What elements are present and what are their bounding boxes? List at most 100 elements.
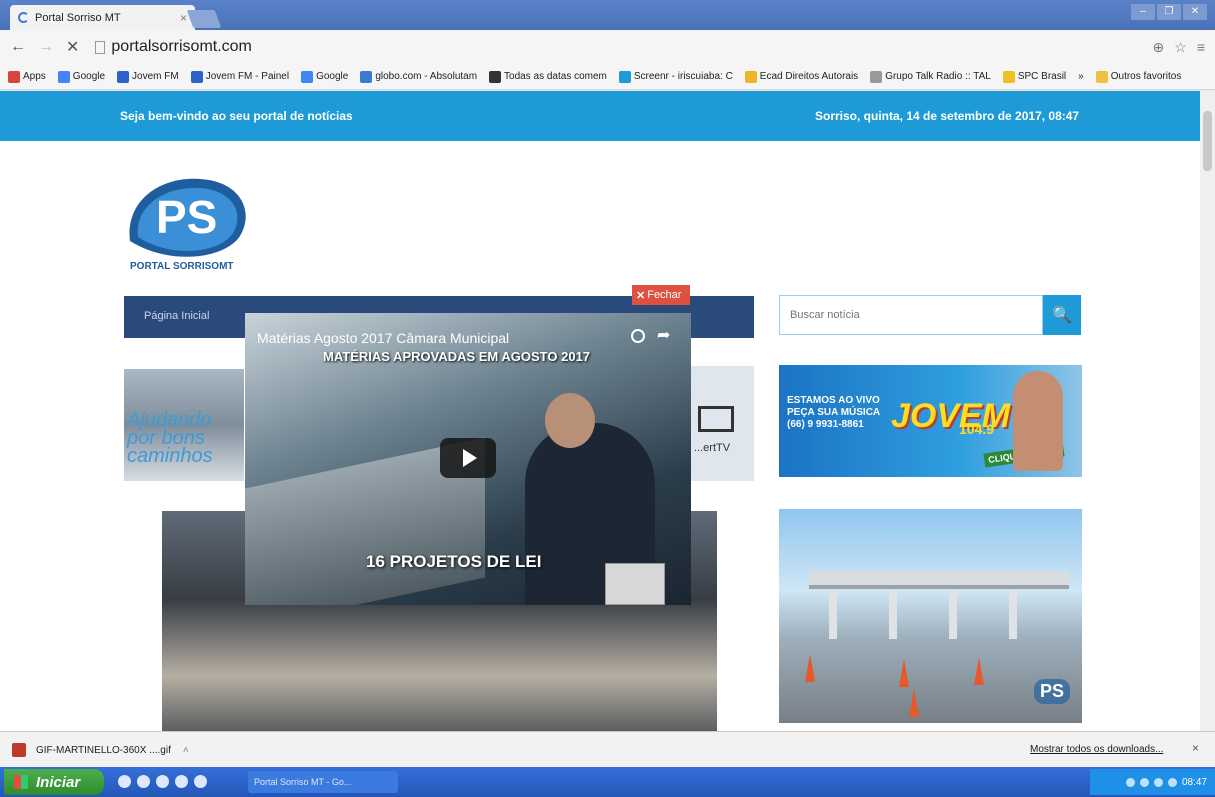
radio-phone: (66) 9 9931-8861	[787, 419, 864, 430]
toll-pillar	[889, 589, 897, 639]
spc-icon	[1002, 70, 1015, 83]
radio-live: ESTAMOS AO VIVO	[787, 395, 880, 406]
folder-icon	[1095, 70, 1108, 83]
bookmarks-overflow-button[interactable]: »	[1078, 71, 1084, 82]
new-tab-button[interactable]	[186, 10, 222, 28]
downloads-bar: GIF-MARTINELLO-360X ....gif ˄ Mostrar to…	[0, 731, 1215, 767]
bookmark-datas[interactable]: Todas as datas comem	[489, 70, 607, 83]
stop-button[interactable]: ✕	[66, 37, 79, 57]
show-all-downloads-link[interactable]: Mostrar todos os downloads...	[1030, 744, 1163, 755]
scrollbar-thumb[interactable]	[1203, 111, 1212, 171]
apps-grid-icon	[8, 70, 20, 83]
page-scrollbar[interactable]	[1200, 91, 1215, 731]
video-close-button[interactable]: ✕ Fechar	[632, 285, 690, 305]
bookmark-google[interactable]: Google	[57, 70, 105, 83]
toolbar-right-icons: ⊕ ☆ ≡	[1153, 39, 1205, 56]
taskbar-window-button[interactable]: Portal Sorriso MT - Go...	[248, 771, 398, 793]
video-player[interactable]: Matérias Agosto 2017 Câmara Municipal MA…	[245, 313, 691, 605]
video-person-head	[545, 393, 595, 448]
quick-launch-icon[interactable]	[175, 775, 188, 788]
tv-icon	[698, 406, 734, 432]
bookmark-talk-radio[interactable]: Grupo Talk Radio :: TAL	[870, 70, 991, 83]
toll-pillar	[1009, 589, 1017, 639]
tab-close-button[interactable]: ×	[180, 11, 187, 25]
toll-canopy	[809, 571, 1069, 589]
bookmark-globo[interactable]: globo.com - Absolutam	[360, 70, 477, 83]
google-icon	[57, 70, 70, 83]
radio-ad-person	[1013, 371, 1063, 471]
star-icon[interactable]: ☆	[1174, 39, 1187, 56]
zoom-icon[interactable]: ⊕	[1153, 39, 1165, 56]
toll-pillar	[829, 589, 837, 639]
slide-image-left[interactable]: Ajudando por bons caminhos	[124, 369, 244, 481]
menu-icon[interactable]: ≡	[1197, 39, 1205, 56]
forward-button[interactable]: →	[38, 38, 54, 56]
search-input[interactable]	[779, 295, 1043, 335]
site-logo[interactable]: PS	[120, 171, 270, 271]
minimize-button[interactable]: –	[1131, 4, 1155, 20]
tray-icon[interactable]	[1139, 777, 1149, 787]
loading-spinner-icon	[18, 12, 29, 23]
browser-toolbar: ← → ✕ portalsorrisomt.com ⊕ ☆ ≡	[0, 30, 1215, 64]
bookmark-google-2[interactable]: Google	[301, 70, 348, 83]
file-icon	[12, 743, 26, 757]
quick-launch-icon[interactable]	[118, 775, 131, 788]
close-window-button[interactable]: ✕	[1183, 4, 1207, 20]
slide-slogan: Ajudando por bons caminhos	[127, 409, 213, 467]
slide-image-right[interactable]: ...ertTV	[690, 366, 754, 481]
jovem-fm-painel-icon	[190, 70, 203, 83]
nav-item-home[interactable]: Página Inicial	[144, 310, 209, 322]
slide-tv-label: ...ertTV	[694, 442, 731, 454]
bookmark-spc[interactable]: SPC Brasil	[1002, 70, 1066, 83]
talk-radio-icon	[870, 70, 883, 83]
maximize-button[interactable]: ❐	[1157, 4, 1181, 20]
bookmark-other[interactable]: Outros favoritos	[1095, 70, 1181, 83]
back-button[interactable]: ←	[10, 38, 26, 56]
video-title[interactable]: Matérias Agosto 2017 Câmara Municipal	[257, 330, 509, 346]
bookmark-apps[interactable]: Apps	[8, 70, 46, 83]
radio-ad-live-text: ESTAMOS AO VIVO PEÇA SUA MÚSICA (66) 9 9…	[787, 395, 880, 431]
traffic-cone	[909, 689, 919, 717]
bookmark-screenr[interactable]: Screenr - iriscuiaba: C	[618, 70, 733, 83]
url-text[interactable]: portalsorrisomt.com	[111, 38, 251, 56]
traffic-cone	[805, 654, 815, 682]
start-button[interactable]: Iniciar	[4, 769, 104, 795]
watch-later-icon[interactable]	[631, 329, 645, 343]
globo-icon	[360, 70, 373, 83]
quick-launch-icon[interactable]	[137, 775, 150, 788]
tray-icon[interactable]	[1167, 777, 1177, 787]
quick-launch-icon[interactable]	[194, 775, 207, 788]
search-icon: 🔍	[1052, 307, 1072, 324]
quick-launch-icon[interactable]	[156, 775, 169, 788]
toll-plaza-news-image[interactable]: PS	[779, 509, 1082, 723]
logo-letters: PS	[156, 191, 217, 243]
windows-flag-icon	[14, 775, 28, 789]
chevron-down-icon[interactable]: ˄	[183, 745, 189, 756]
bookmark-jovem-fm-painel[interactable]: Jovem FM - Painel	[190, 70, 289, 83]
download-item[interactable]: GIF-MARTINELLO-360X ....gif ˄	[12, 738, 192, 762]
os-taskbar: Iniciar Portal Sorriso MT - Go... 08:47	[0, 767, 1215, 797]
browser-tab[interactable]: Portal Sorriso MT ×	[10, 5, 195, 30]
close-icon: ✕	[636, 289, 646, 302]
radio-ad-banner[interactable]: ESTAMOS AO VIVO PEÇA SUA MÚSICA (66) 9 9…	[779, 365, 1082, 477]
video-caption: 16 PROJETOS DE LEI	[366, 552, 542, 571]
google-icon	[301, 70, 314, 83]
share-icon[interactable]: ➦	[657, 325, 670, 345]
page-icon	[95, 40, 106, 54]
tray-clock[interactable]: 08:47	[1182, 777, 1207, 788]
bookmark-jovem-fm[interactable]: Jovem FM	[117, 70, 179, 83]
address-bar[interactable]: portalsorrisomt.com	[95, 38, 1152, 56]
play-button[interactable]	[440, 438, 496, 478]
traffic-cone	[974, 657, 984, 685]
web-page: Seja bem-vindo ao seu portal de notícias…	[0, 91, 1200, 731]
tab-title: Portal Sorriso MT	[35, 11, 121, 24]
tray-icon[interactable]	[1153, 777, 1163, 787]
logo-text: PORTAL SORRISOMT	[130, 261, 234, 272]
bookmark-ecad[interactable]: Ecad Direitos Autorais	[744, 70, 858, 83]
search-button[interactable]: 🔍	[1043, 295, 1081, 335]
bookmarks-bar: Apps Google Jovem FM Jovem FM - Painel G…	[0, 64, 1215, 90]
video-close-label: Fechar	[647, 289, 682, 301]
tray-icon[interactable]	[1125, 777, 1135, 787]
downloads-close-button[interactable]: ×	[1192, 741, 1199, 755]
ecad-icon	[744, 70, 757, 83]
